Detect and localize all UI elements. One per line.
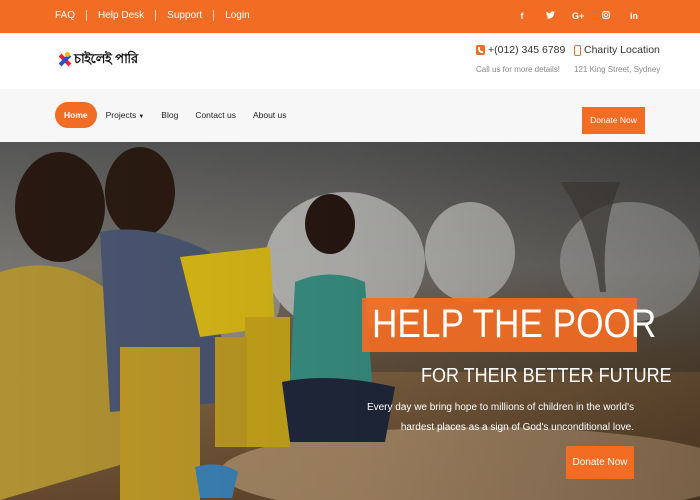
phone-contact: +(012) 345 6789 Call us for more details… xyxy=(476,44,565,74)
faq-link[interactable]: FAQ xyxy=(55,10,75,21)
logo-icon xyxy=(56,51,72,70)
divider xyxy=(86,10,88,21)
nav-item-contact[interactable]: Contact us xyxy=(195,102,236,128)
mobile-icon xyxy=(574,44,581,56)
hero-headline: HELP THE POOR xyxy=(372,302,657,346)
phone-caption: Call us for more details! xyxy=(476,65,561,74)
google-plus-icon[interactable]: G+ xyxy=(572,11,584,21)
main-nav: Home Projects ▼ Blog Contact us About us … xyxy=(0,89,700,142)
instagram-icon[interactable] xyxy=(600,11,612,21)
login-link[interactable]: Login xyxy=(225,10,249,21)
phone-icon xyxy=(476,45,485,55)
site-logo[interactable]: চাইলেই পারি xyxy=(56,50,138,71)
hero-banner: HELP THE POOR FOR THEIR BETTER FUTURE Ev… xyxy=(0,142,700,500)
location-contact: Charity Location 121 King Street, Sydney xyxy=(574,44,660,74)
support-link[interactable]: Support xyxy=(167,10,202,21)
divider xyxy=(155,10,157,21)
chevron-down-icon: ▼ xyxy=(138,114,145,120)
nav-item-label: Projects xyxy=(105,110,137,120)
header: চাইলেই পারি +(012) 345 6789 Call us for … xyxy=(0,33,700,89)
linkedin-icon[interactable]: in xyxy=(628,11,640,21)
nav-item-projects[interactable]: Projects ▼ xyxy=(106,102,145,128)
hero-subheadline: FOR THEIR BETTER FUTURE xyxy=(421,365,672,387)
twitter-icon[interactable] xyxy=(544,11,556,21)
location-address: 121 King Street, Sydney xyxy=(574,65,661,74)
nav-item-blog[interactable]: Blog xyxy=(161,102,178,128)
social-links: f G+ in xyxy=(516,11,640,21)
hero-description: Every day we bring hope to millions of c… xyxy=(366,402,634,433)
help-desk-link[interactable]: Help Desk xyxy=(98,10,144,21)
divider xyxy=(213,10,215,21)
hero-donate-button[interactable]: Donate Now xyxy=(566,446,634,479)
top-bar: FAQ Help Desk Support Login f G+ in xyxy=(0,0,700,33)
logo-text: চাইলেই পারি xyxy=(74,52,138,67)
top-links: FAQ Help Desk Support Login xyxy=(55,10,250,21)
nav-item-home[interactable]: Home xyxy=(55,102,97,128)
nav-item-about[interactable]: About us xyxy=(253,102,287,128)
location-title: Charity Location xyxy=(584,44,660,56)
donate-now-button[interactable]: Donate Now xyxy=(582,107,645,134)
phone-number[interactable]: +(012) 345 6789 xyxy=(488,44,565,56)
facebook-icon[interactable]: f xyxy=(516,11,528,21)
